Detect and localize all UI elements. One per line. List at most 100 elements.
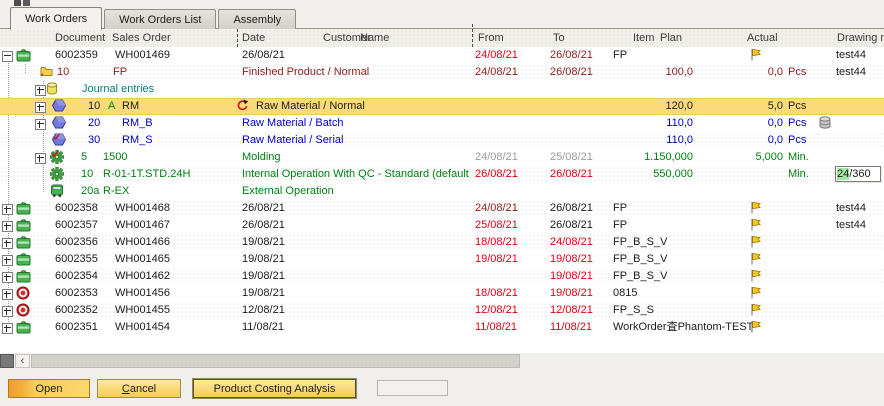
document-number: 6002357 xyxy=(55,219,98,232)
document-number: 6002356 xyxy=(55,236,98,249)
flag-icon xyxy=(750,286,762,299)
drawing-number: test44 xyxy=(836,49,866,62)
expand-toggle[interactable] xyxy=(2,221,13,232)
sales-order: WH001466 xyxy=(115,236,170,249)
flag-icon xyxy=(750,48,762,61)
from-date: 11/08/21 xyxy=(475,321,517,334)
expand-toggle[interactable] xyxy=(2,289,13,300)
table-row[interactable]: 6002355WH00146519/08/2119/08/2119/08/21F… xyxy=(0,251,884,268)
tab-work-orders-list[interactable]: Work Orders List xyxy=(104,9,216,29)
description: Raw Material / Normal xyxy=(256,100,365,113)
actual-quantity: 0,0 xyxy=(768,134,783,147)
table-row[interactable]: 51500Molding24/08/2125/08/211.150,0005,0… xyxy=(0,149,884,166)
row-name: FP xyxy=(113,66,127,79)
table-row[interactable]: 6002351WH00145411/08/2111/08/2111/08/21W… xyxy=(0,319,884,336)
table-row[interactable]: 6002357WH00146726/08/2125/08/2126/08/21F… xyxy=(0,217,884,234)
to-date: 26/08/21 xyxy=(550,219,593,232)
to-date: 11/08/21 xyxy=(550,321,592,334)
expand-toggle[interactable] xyxy=(2,51,13,62)
scrollbar-thumb[interactable] xyxy=(31,354,520,368)
column-header-to[interactable]: To xyxy=(553,32,565,44)
description: 26/08/21 xyxy=(242,202,285,215)
expand-toggle[interactable] xyxy=(2,238,13,249)
cancel-button[interactable]: Cancel xyxy=(97,379,181,398)
empty-field[interactable] xyxy=(377,380,448,396)
column-header-name[interactable]: Name xyxy=(360,32,389,44)
row-name: 1500 xyxy=(103,151,127,164)
sales-order: WH001469 xyxy=(115,49,170,62)
table-row[interactable]: Journal entries xyxy=(0,81,884,98)
table-row[interactable]: 6002358WH00146826/08/2124/08/2126/08/21F… xyxy=(0,200,884,217)
column-header-actual[interactable]: Actual xyxy=(747,32,778,44)
table-row[interactable]: 30RM_SRaw Material / Serial110,00,0Pcs xyxy=(0,132,884,149)
status-marker: A xyxy=(108,100,115,113)
stop-icon xyxy=(16,286,30,300)
tab-bar: Work Orders Work Orders List Assembly xyxy=(10,7,298,28)
column-header-drawing[interactable]: Drawing n xyxy=(837,32,884,44)
from-date: 25/08/21 xyxy=(475,219,518,232)
expand-toggle[interactable] xyxy=(2,255,13,266)
to-date: 19/08/21 xyxy=(550,270,593,283)
expand-toggle[interactable] xyxy=(2,323,13,334)
from-date: 24/08/21 xyxy=(475,49,518,62)
product-costing-analysis-button[interactable]: Product Costing Analysis xyxy=(193,379,356,398)
from-date: 18/08/21 xyxy=(475,287,518,300)
table-row[interactable]: 6002354WH00146219/08/2119/08/21FP_B_S_V xyxy=(0,268,884,285)
to-date: 26/08/21 xyxy=(550,49,593,62)
table-row[interactable]: 10ARMRaw Material / Normal120,05,0Pcs xyxy=(0,98,884,115)
unit-of-measure: Pcs xyxy=(788,134,806,147)
column-freeze-separator[interactable] xyxy=(472,24,473,47)
expand-toggle[interactable] xyxy=(35,119,46,130)
column-header-sales-order[interactable]: Sales Order xyxy=(112,32,171,44)
tab-work-orders[interactable]: Work Orders xyxy=(10,7,102,30)
truck-icon xyxy=(50,184,64,197)
expand-toggle[interactable] xyxy=(2,204,13,215)
grid-header: Document Sales Order Date Customer Name … xyxy=(0,29,884,48)
drawing-number: test44 xyxy=(836,219,866,232)
expand-toggle[interactable] xyxy=(35,102,46,113)
row-code: 30 xyxy=(88,134,100,147)
unit-of-measure: Min. xyxy=(788,168,809,181)
document-number: 6002351 xyxy=(55,321,98,334)
table-row[interactable]: 20RM_BRaw Material / Batch110,00,0Pcs xyxy=(0,115,884,132)
document-number: 6002353 xyxy=(55,287,98,300)
column-header-document[interactable]: Document xyxy=(55,32,105,44)
table-row[interactable]: 10R-01-1T.STD.24HInternal Operation With… xyxy=(0,166,884,183)
expand-toggle[interactable] xyxy=(2,306,13,317)
sales-order: WH001467 xyxy=(115,219,170,232)
description: Molding xyxy=(242,151,281,164)
document-number: 6002355 xyxy=(55,253,98,266)
row-code: 20 xyxy=(88,117,100,130)
item-code: 0815 xyxy=(613,287,637,300)
expand-toggle[interactable] xyxy=(35,153,46,164)
description: 19/08/21 xyxy=(242,287,285,300)
open-button[interactable]: Open xyxy=(8,379,90,398)
from-date: 12/08/21 xyxy=(475,304,518,317)
field-highlight: 24 xyxy=(837,168,849,180)
row-code: 10 xyxy=(57,66,69,79)
column-header-date[interactable]: Date xyxy=(242,32,265,44)
scroll-left-arrow[interactable]: ‹ xyxy=(15,354,30,368)
table-row[interactable]: 6002353WH00145619/08/2118/08/2119/08/210… xyxy=(0,285,884,302)
column-header-plan[interactable]: Plan xyxy=(660,32,682,44)
from-date: 24/08/21 xyxy=(475,202,518,215)
table-row[interactable]: 20aR-EXExternal Operation xyxy=(0,183,884,200)
table-row[interactable]: 6002359WH00146926/08/2124/08/2126/08/21F… xyxy=(0,47,884,64)
table-row[interactable]: 6002356WH00146619/08/2118/08/2124/08/21F… xyxy=(0,234,884,251)
table-row[interactable]: 6002352WH00145512/08/2112/08/2112/08/21F… xyxy=(0,302,884,319)
plan-quantity: 110,0 xyxy=(666,134,693,147)
column-header-item[interactable]: Item xyxy=(633,32,654,44)
tab-assembly[interactable]: Assembly xyxy=(218,9,296,29)
description: Finished Product / Normal xyxy=(242,66,369,79)
button-label: ancel xyxy=(130,383,156,395)
expand-toggle[interactable] xyxy=(35,85,46,96)
horizontal-scrollbar: ‹ xyxy=(0,353,884,369)
wait-time-field[interactable]: 24/360 xyxy=(835,166,881,182)
flag-icon xyxy=(750,201,762,214)
table-row[interactable]: 10FPFinished Product / Normal24/08/2126/… xyxy=(0,64,884,81)
tab-label: Work Orders xyxy=(25,13,87,25)
to-date: 26/08/21 xyxy=(550,202,593,215)
scroll-corner-button[interactable] xyxy=(0,354,14,368)
expand-toggle[interactable] xyxy=(2,272,13,283)
column-header-from[interactable]: From xyxy=(478,32,504,44)
